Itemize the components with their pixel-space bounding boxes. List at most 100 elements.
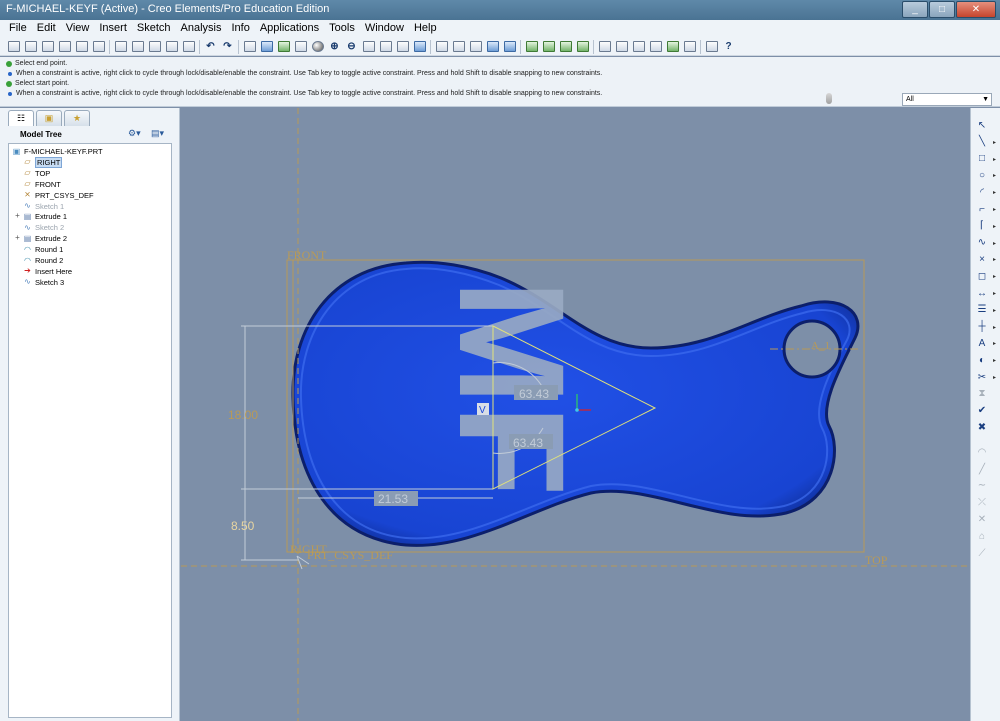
flyout-arrow-icon[interactable]: ▸ [993,206,996,213]
datum-planes-button[interactable] [524,39,539,54]
flyout-arrow-icon[interactable]: ▸ [993,324,996,331]
menu-help[interactable]: Help [409,20,442,37]
saved-views-button[interactable] [395,39,410,54]
model-tree-button[interactable] [614,39,629,54]
select-box-button[interactable] [242,39,257,54]
line-tool[interactable]: ╲ [975,135,989,149]
flyout-arrow-icon[interactable]: ▸ [993,256,996,263]
vertices-button[interactable] [682,39,697,54]
offset-dimension[interactable]: 8.50 [231,519,255,533]
flyout-arrow-icon[interactable]: ▸ [993,156,996,163]
sketch-display-button[interactable] [704,39,719,54]
flyout-arrow-icon[interactable]: ▸ [993,139,996,146]
tree-node[interactable]: + ▤ Extrude 1 [15,211,67,222]
analysis-button[interactable] [597,39,612,54]
cut-button[interactable] [113,39,128,54]
zoom-in-button[interactable]: ⊕ [327,39,342,54]
favorites-tab[interactable]: ★ [64,110,90,126]
vertical-constraint-label[interactable]: V [479,405,486,416]
datum-points-button[interactable] [558,39,573,54]
repaint-button[interactable] [259,39,274,54]
inactive-link-tool[interactable]: ⟋ [975,546,989,560]
tree-node[interactable]: ▣ F-MICHAEL-KEYF.PRT [12,146,103,157]
dimension-tool[interactable]: ↔ [975,286,989,300]
graphics-window[interactable]: MF FRONT RIGHT TOP PRT_CSYS_DEF A_1 18.0… [181,108,970,721]
hidden-line-button[interactable] [451,39,466,54]
new-button[interactable] [6,39,21,54]
chamfer-tool[interactable]: ⌈ [975,219,989,233]
refit-button[interactable] [361,39,376,54]
sketch-orient-button[interactable] [276,39,291,54]
offset-edge-tool[interactable]: ◻ [975,269,989,283]
flyout-arrow-icon[interactable]: ▸ [993,240,996,247]
tree-show-button[interactable]: ▤▾ [151,128,164,139]
tree-node[interactable]: ⨯ PRT_CSYS_DEF [23,190,94,201]
minimize-button[interactable]: _ [902,1,928,18]
regenerate-button[interactable] [181,39,196,54]
inactive-point-tool[interactable]: ⤫ [975,496,989,510]
menu-window[interactable]: Window [360,20,409,37]
angle-dimension-top[interactable]: 63.43 [519,387,549,401]
width-dimension[interactable]: 21.53 [378,492,408,506]
spin-center-button[interactable] [293,39,308,54]
tree-node[interactable]: + ▤ Extrude 2 [15,233,67,244]
flyout-arrow-icon[interactable]: ▸ [993,290,996,297]
quit-x-tool[interactable]: ✖ [975,420,989,434]
tree-node[interactable]: ◠ Round 1 [23,244,63,255]
layers-button[interactable] [412,39,427,54]
constraints-button[interactable] [665,39,680,54]
grid-button[interactable] [631,39,646,54]
flyout-arrow-icon[interactable]: ▸ [993,340,996,347]
constraint-tool[interactable]: ┼ [975,320,989,334]
menu-view[interactable]: View [61,20,95,37]
tree-node[interactable]: ∿ Sketch 3 [23,277,64,288]
angle-dimension-bottom[interactable]: 63.43 [513,436,543,450]
paste-special-button[interactable] [164,39,179,54]
inactive-line-tool[interactable]: ╱ [975,462,989,476]
done-checkmark-tool[interactable]: ✔ [975,404,989,418]
flyout-arrow-icon[interactable]: ▸ [993,189,996,196]
menu-sketch[interactable]: Sketch [132,20,176,37]
redo-button[interactable]: ↷ [220,39,235,54]
expand-icon[interactable]: + [14,234,21,242]
palette-tool[interactable]: ◐ [975,353,989,367]
height-dimension[interactable]: 18.00 [228,408,258,422]
inactive-arc-tool[interactable]: ◠ [975,445,989,459]
rectangle-tool[interactable]: □ [975,152,989,166]
inactive-csys-tool[interactable]: ✕ [975,512,989,526]
text-tool[interactable]: A [975,336,989,350]
copy-button[interactable] [130,39,145,54]
mirror-tool[interactable]: ⧗ [975,387,989,401]
tree-node[interactable]: ∿ Sketch 1 [23,201,64,212]
zoom-out-button[interactable]: ⊖ [344,39,359,54]
flyout-arrow-icon[interactable]: ▸ [993,172,996,179]
flyout-arrow-icon[interactable]: ▸ [993,307,996,314]
circle-tool[interactable]: ○ [975,168,989,182]
menu-info[interactable]: Info [226,20,254,37]
fillet-tool[interactable]: ⌐ [975,202,989,216]
tree-node[interactable]: ▱ TOP [23,168,50,179]
folder-browser-tab[interactable]: ▣ [36,110,62,126]
flyout-arrow-icon[interactable]: ▸ [993,273,996,280]
email-button[interactable] [91,39,106,54]
model-tree-tab[interactable]: ☷ [8,110,34,126]
tree-settings-button[interactable]: ⚙▾ [128,128,141,139]
reorient-button[interactable] [378,39,393,54]
dimensions-button[interactable] [648,39,663,54]
print-button[interactable] [57,39,72,54]
appearance-button[interactable] [310,39,325,54]
menu-tools[interactable]: Tools [324,20,360,37]
tree-node[interactable]: ▱ RIGHT [23,156,63,168]
flyout-arrow-icon[interactable]: ▸ [993,374,996,381]
undo-button[interactable]: ↶ [203,39,218,54]
flyout-arrow-icon[interactable]: ▸ [993,357,996,364]
datum-axes-button[interactable] [541,39,556,54]
wireframe-button[interactable] [434,39,449,54]
tree-node[interactable]: ∿ Sketch 2 [23,222,64,233]
modify-tool[interactable]: ☰ [975,303,989,317]
menu-edit[interactable]: Edit [32,20,61,37]
save-button[interactable] [40,39,55,54]
maximize-button[interactable]: □ [929,1,955,18]
flyout-arrow-icon[interactable]: ▸ [993,223,996,230]
trim-tool[interactable]: ✂ [975,370,989,384]
